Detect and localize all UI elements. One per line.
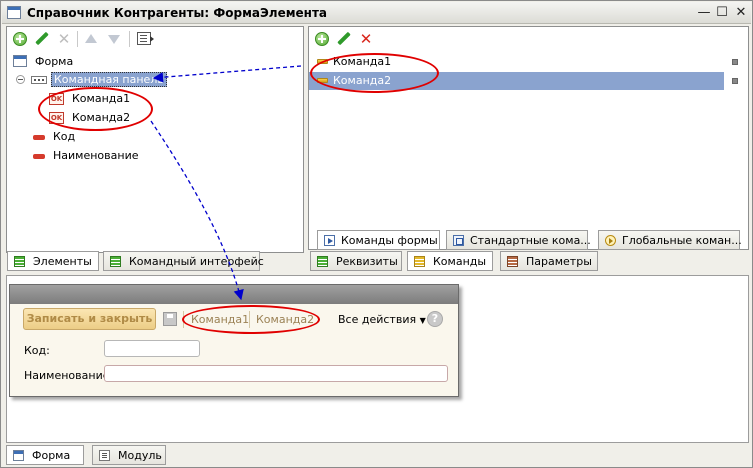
designer-window: Справочник Контрагенты: ФормаЭлемента — … (0, 0, 753, 468)
arrow-commands-to-panel (152, 65, 302, 83)
annotation-arrows (150, 65, 302, 301)
arrow-tree-to-preview (150, 120, 244, 301)
